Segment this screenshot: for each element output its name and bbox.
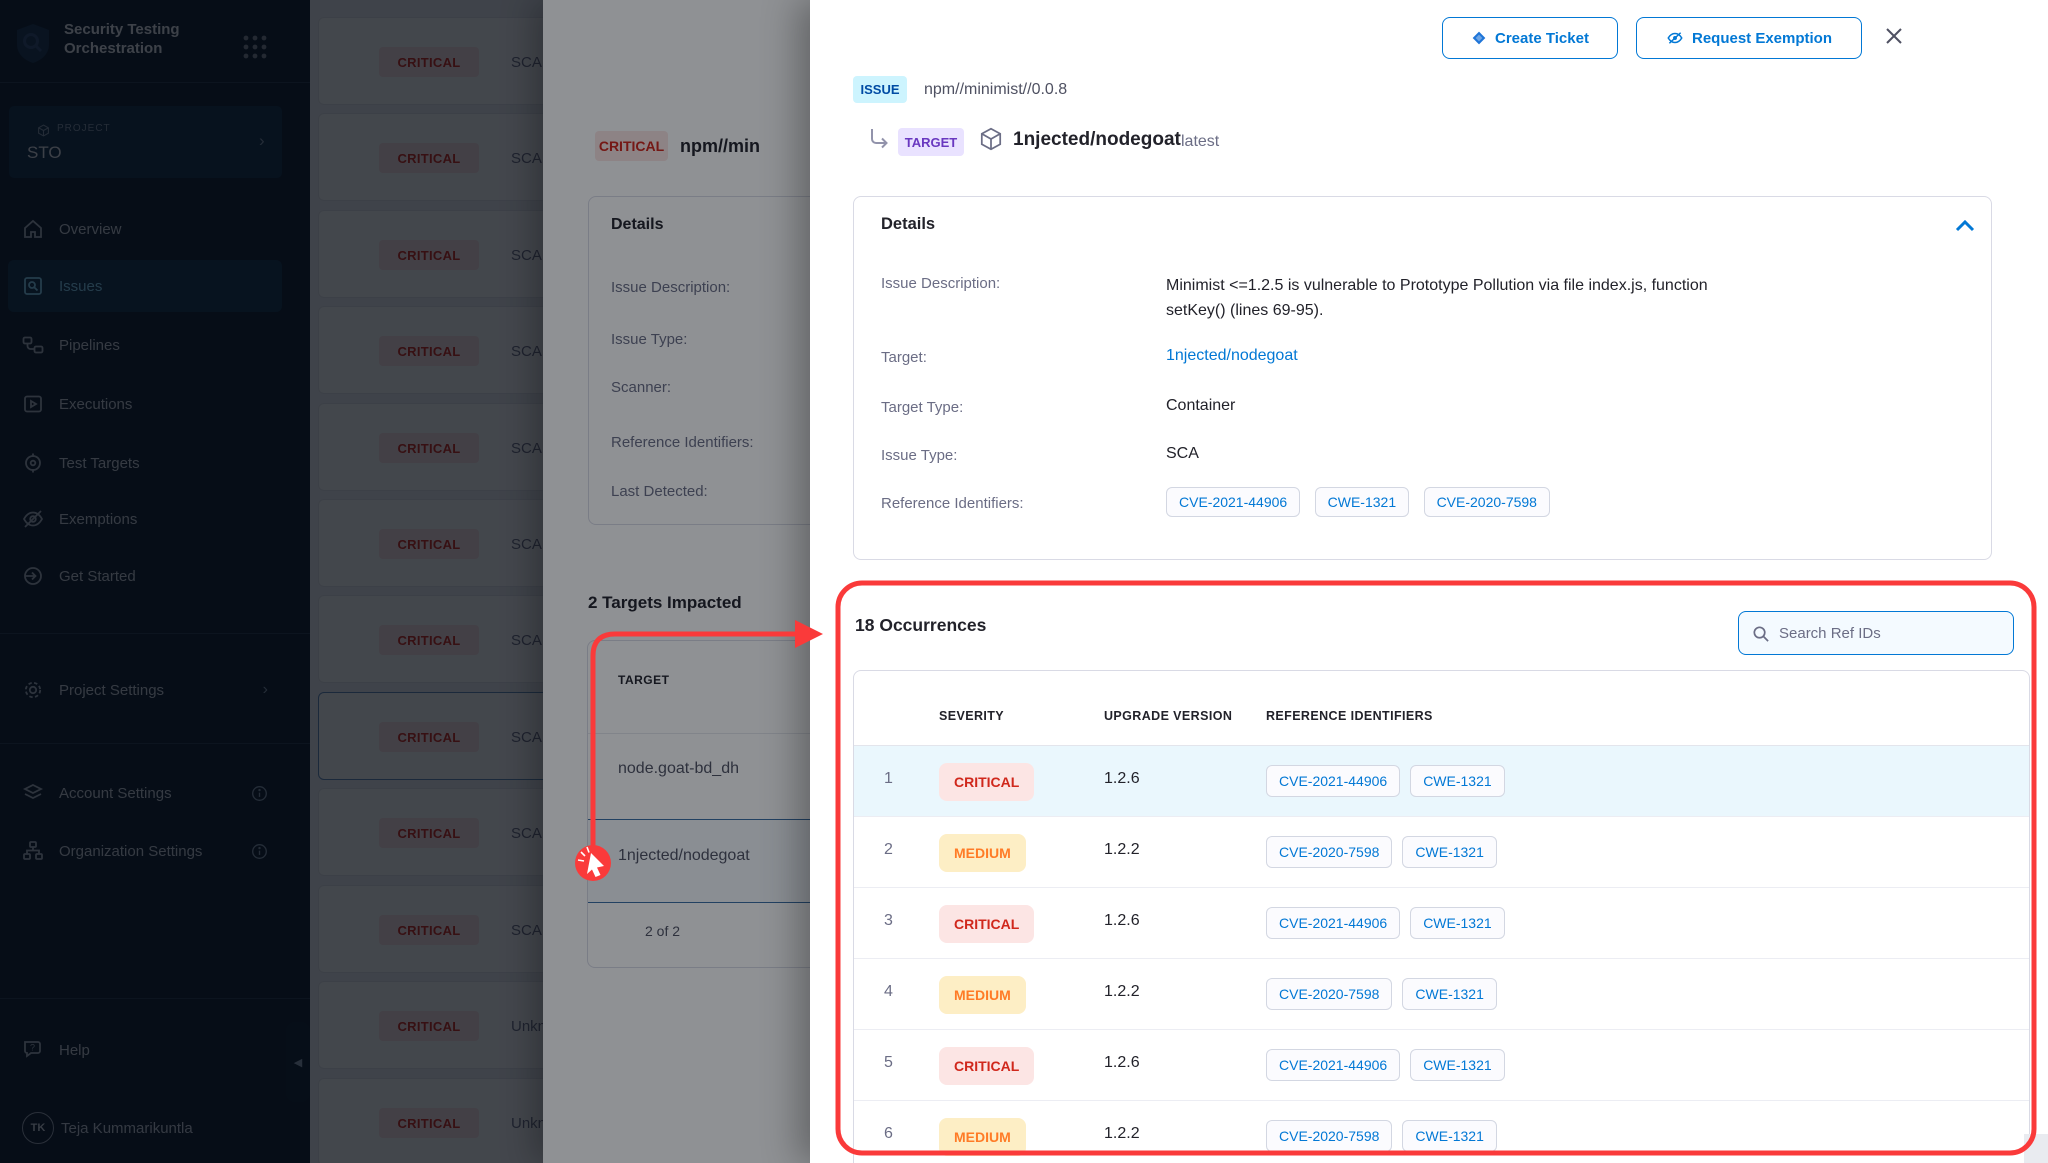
severity-badge: MEDIUM	[939, 1118, 1026, 1156]
severity-badge: CRITICAL	[939, 1047, 1034, 1085]
package-cube-icon	[978, 125, 1004, 153]
field-label: Reference Identifiers:	[881, 495, 1024, 512]
ref-id-chips: CVE-2021-44906 CWE-1321 CVE-2020-7598	[1166, 487, 1560, 517]
row-number: 6	[884, 1125, 893, 1143]
create-ticket-button[interactable]: Create Ticket	[1442, 17, 1618, 59]
request-exemption-button[interactable]: Request Exemption	[1636, 17, 1862, 59]
ref-id-chip[interactable]: CWE-1321	[1410, 1049, 1504, 1081]
search-input[interactable]	[1779, 625, 1979, 642]
table-row[interactable]: 2 MEDIUM 1.2.2 CVE-2020-7598 CWE-1321	[854, 817, 2029, 888]
column-header: REFERENCE IDENTIFIERS	[1266, 709, 1433, 723]
ref-id-chip[interactable]: CWE-1321	[1410, 765, 1504, 797]
column-header: SEVERITY	[939, 709, 1004, 723]
upgrade-version: 1.2.6	[1104, 912, 1140, 930]
severity-badge: MEDIUM	[939, 976, 1026, 1014]
ref-id-chip[interactable]: CWE-1321	[1402, 1120, 1496, 1152]
row-number: 1	[884, 770, 893, 788]
ref-id-chip[interactable]: CVE-2020-7598	[1266, 978, 1392, 1010]
table-row[interactable]: 4 MEDIUM 1.2.2 CVE-2020-7598 CWE-1321	[854, 959, 2029, 1030]
table-row[interactable]: 3 CRITICAL 1.2.6 CVE-2021-44906 CWE-1321	[854, 888, 2029, 959]
issue-tag: ISSUE	[853, 76, 907, 103]
row-number: 3	[884, 912, 893, 930]
ref-id-chip[interactable]: CWE-1321	[1402, 836, 1496, 868]
ref-id-chip[interactable]: CVE-2021-44906	[1266, 907, 1400, 939]
occurrences-heading: 18 Occurrences	[855, 615, 986, 636]
ref-id-chip[interactable]: CWE-1321	[1410, 907, 1504, 939]
button-label: Request Exemption	[1692, 30, 1832, 47]
field-label: Target:	[881, 349, 927, 366]
search-box[interactable]	[1738, 611, 2014, 655]
ref-id-chip[interactable]: CVE-2021-44906	[1266, 1049, 1400, 1081]
ticket-diamond-icon	[1471, 30, 1487, 46]
target-tag: TARGET	[898, 128, 964, 156]
button-label: Create Ticket	[1495, 30, 1589, 47]
issue-name: npm//minimist//0.0.8	[924, 81, 1067, 99]
severity-badge: CRITICAL	[939, 763, 1034, 801]
field-label: Issue Type:	[881, 447, 957, 464]
details-card: Details Issue Description: Minimist <=1.…	[853, 196, 1992, 560]
ref-id-chip[interactable]: CVE-2020-7598	[1266, 836, 1392, 868]
field-label: Target Type:	[881, 399, 963, 416]
occurrence-detail-modal: Create Ticket Request Exemption ISSUE np…	[810, 0, 2048, 1163]
table-row[interactable]: 6 MEDIUM 1.2.2 CVE-2020-7598 CWE-1321	[854, 1101, 2029, 1163]
severity-badge: MEDIUM	[939, 834, 1026, 872]
search-icon	[1751, 624, 1770, 643]
table-row[interactable]: 5 CRITICAL 1.2.6 CVE-2021-44906 CWE-1321	[854, 1030, 2029, 1101]
issue-description-value: Minimist <=1.2.5 is vulnerable to Protot…	[1166, 273, 1766, 323]
target-type-value: Container	[1166, 397, 1235, 415]
table-header-row: SEVERITY UPGRADE VERSION REFERENCE IDENT…	[854, 671, 2029, 746]
ref-id-chip[interactable]: CVE-2020-7598	[1424, 487, 1550, 517]
close-icon[interactable]	[1882, 24, 1906, 48]
upgrade-version: 1.2.6	[1104, 770, 1140, 788]
ref-id-chip[interactable]: CVE-2021-44906	[1166, 487, 1300, 517]
upgrade-version: 1.2.2	[1104, 1125, 1140, 1143]
field-label: Issue Description:	[881, 275, 1000, 292]
upgrade-version: 1.2.2	[1104, 983, 1140, 1001]
target-link[interactable]: 1njected/nodegoat	[1166, 347, 1298, 365]
upgrade-version: 1.2.2	[1104, 841, 1140, 859]
column-header: UPGRADE VERSION	[1104, 709, 1232, 723]
upgrade-version: 1.2.6	[1104, 1054, 1140, 1072]
ref-id-chip[interactable]: CVE-2021-44906	[1266, 765, 1400, 797]
row-number: 5	[884, 1054, 893, 1072]
modal-backdrop-scrim	[0, 0, 810, 1163]
table-row[interactable]: 1 CRITICAL 1.2.6 CVE-2021-44906 CWE-1321	[854, 746, 2029, 817]
row-number: 2	[884, 841, 893, 859]
issue-type-value: SCA	[1166, 445, 1199, 463]
exemption-eye-off-icon	[1666, 29, 1684, 47]
target-version: latest	[1181, 133, 1219, 151]
scrollbar-corner[interactable]	[2024, 1134, 2048, 1163]
row-number: 4	[884, 983, 893, 1001]
ref-id-chip[interactable]: CWE-1321	[1402, 978, 1496, 1010]
severity-badge: CRITICAL	[939, 905, 1034, 943]
target-name: 1njected/nodegoat	[1013, 129, 1181, 151]
occurrences-table: SEVERITY UPGRADE VERSION REFERENCE IDENT…	[853, 670, 2030, 1163]
ref-id-chip[interactable]: CWE-1321	[1315, 487, 1409, 517]
ref-id-chip[interactable]: CVE-2020-7598	[1266, 1120, 1392, 1152]
branch-arrow-icon	[867, 126, 891, 152]
details-title: Details	[881, 215, 935, 234]
collapse-chevron-up-icon[interactable]	[1954, 219, 1976, 233]
